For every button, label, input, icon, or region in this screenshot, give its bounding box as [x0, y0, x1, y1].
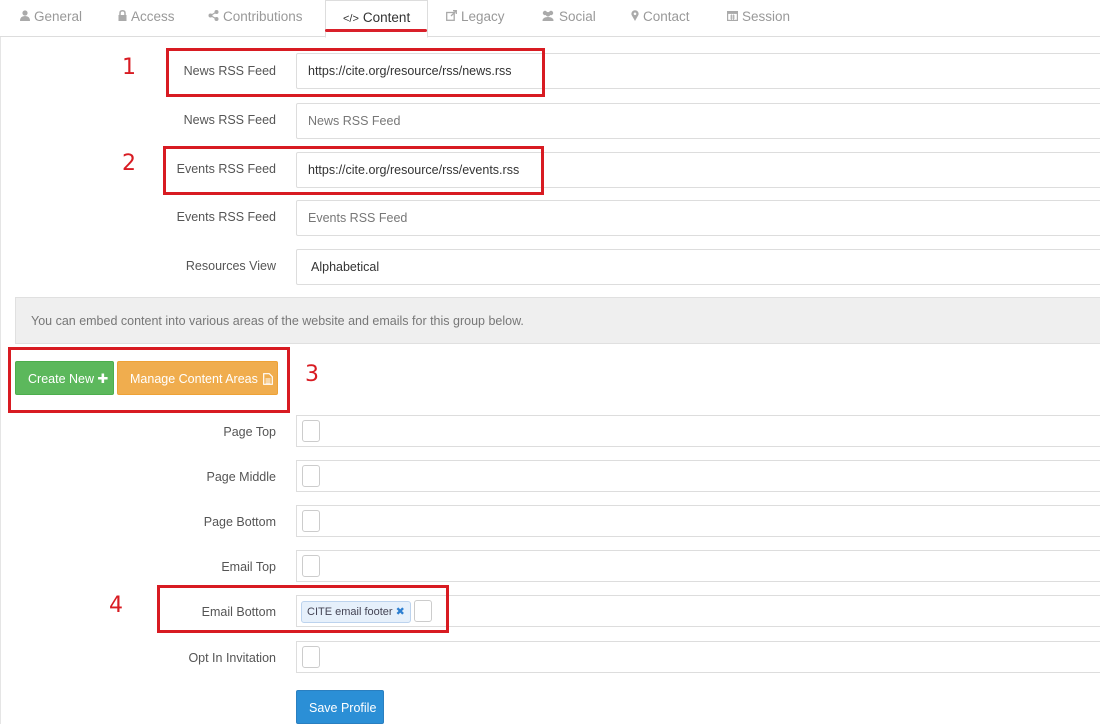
annotation-box-4 [157, 585, 449, 633]
users-icon [541, 1, 555, 35]
save-profile-label: Save Profile [309, 701, 377, 715]
area-label-page-top: Page Top [223, 425, 276, 439]
area-page-middle[interactable] [296, 460, 1100, 492]
events-rss-input[interactable] [308, 201, 1100, 235]
user-icon [20, 1, 30, 35]
area-label-page-middle: Page Middle [206, 470, 277, 484]
map-marker-icon [631, 1, 639, 35]
area-select-email-top[interactable] [302, 555, 320, 577]
external-link-icon [446, 1, 457, 35]
tab-contact[interactable]: Contact [631, 0, 690, 34]
resources-view-select[interactable]: Alphabetical [296, 249, 1100, 285]
area-select-page-middle[interactable] [302, 465, 320, 487]
annotation-box-2 [163, 146, 544, 195]
tab-session[interactable]: Session [727, 0, 790, 34]
area-label-email-top: Email Top [221, 560, 276, 574]
tab-contributions[interactable]: Contributions [208, 0, 303, 34]
active-tab-underline [325, 29, 427, 32]
resources-view-label: Resources View [185, 259, 276, 273]
area-opt-in-invitation[interactable] [296, 641, 1100, 673]
events-rss-label-2: Events RSS Feed [176, 210, 276, 224]
resources-view-value: Alphabetical [311, 260, 380, 274]
tab-social[interactable]: Social [541, 0, 596, 34]
tab-label: Legacy [461, 9, 505, 24]
tab-label: Access [131, 9, 175, 24]
area-label-page-bottom: Page Bottom [203, 515, 276, 529]
annotation-number-3: 3 [305, 362, 319, 387]
area-select-opt-in[interactable] [302, 646, 320, 668]
tab-general[interactable]: General [20, 0, 82, 34]
tab-bar: General Access Contributions </> Content … [0, 0, 1100, 38]
tab-label: General [34, 9, 83, 24]
area-page-top[interactable] [296, 415, 1100, 447]
annotation-number-4: 4 [109, 593, 123, 618]
area-select-page-top[interactable] [302, 420, 320, 442]
share-icon [208, 1, 219, 35]
tab-access[interactable]: Access [118, 0, 175, 34]
area-select-page-bottom[interactable] [302, 510, 320, 532]
area-page-bottom[interactable] [296, 505, 1100, 537]
frame-border [0, 37, 1, 724]
calendar-icon [727, 1, 739, 35]
save-profile-button[interactable]: Save Profile [296, 690, 384, 724]
lock-icon [118, 1, 127, 35]
area-label-opt-in: Opt In Invitation [188, 651, 276, 665]
tab-label: Social [559, 9, 596, 24]
annotation-box-3 [8, 347, 290, 413]
annotation-number-1: 1 [122, 55, 136, 80]
info-message: You can embed content into various areas… [15, 297, 1100, 344]
tab-content[interactable]: </> Content [325, 0, 429, 38]
news-rss-label-2: News RSS Feed [183, 113, 276, 127]
news-rss-field-2[interactable] [296, 103, 1100, 139]
tab-label: Contributions [223, 9, 303, 24]
news-rss-input[interactable] [308, 104, 1100, 138]
tab-label: Session [742, 9, 791, 24]
annotation-box-1 [166, 48, 545, 97]
annotation-number-2: 2 [122, 151, 136, 176]
area-email-top[interactable] [296, 550, 1100, 582]
tab-label: Content [362, 10, 411, 25]
events-rss-field-2[interactable] [296, 200, 1100, 236]
tab-label: Contact [643, 9, 690, 24]
tab-legacy[interactable]: Legacy [446, 0, 505, 34]
